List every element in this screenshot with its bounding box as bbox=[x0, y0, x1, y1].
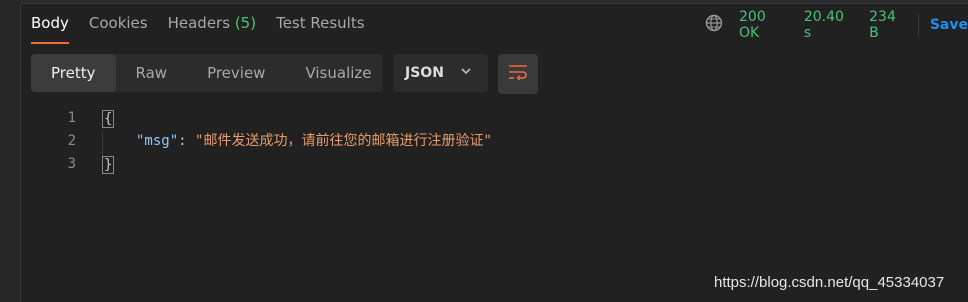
tab-body[interactable]: Body bbox=[31, 14, 69, 44]
response-size[interactable]: 234 B bbox=[869, 9, 908, 41]
tab-cookies[interactable]: Cookies bbox=[89, 14, 148, 44]
response-status-bar: 200 OK 20.40 s 234 B Save bbox=[705, 9, 968, 41]
format-select-value: JSON bbox=[405, 65, 444, 81]
format-select[interactable]: JSON bbox=[393, 54, 488, 92]
globe-icon[interactable] bbox=[705, 14, 739, 36]
view-visualize-button[interactable]: Visualize bbox=[285, 54, 383, 92]
tab-cookies-label: Cookies bbox=[88, 14, 148, 32]
code-line: 1 { bbox=[40, 107, 940, 130]
tab-test-results-label: Test Results bbox=[276, 14, 365, 32]
line-number: 3 bbox=[67, 156, 76, 172]
tab-headers-label: Headers bbox=[167, 14, 231, 32]
line-number: 2 bbox=[67, 133, 76, 149]
json-string-value: "邮件发送成功，请前往您的邮箱进行注册验证" bbox=[195, 133, 492, 149]
tab-body-label: Body bbox=[31, 14, 69, 32]
view-pretty-button[interactable]: Pretty bbox=[31, 54, 116, 92]
status-code[interactable]: 200 OK bbox=[739, 9, 788, 41]
wrap-lines-button[interactable] bbox=[498, 54, 538, 94]
view-mode-group: Pretty Raw Preview Visualize bbox=[31, 54, 383, 92]
view-raw-button[interactable]: Raw bbox=[116, 54, 188, 92]
watermark-text: https://blog.csdn.net/qq_45334037 bbox=[714, 274, 945, 291]
save-response-button[interactable]: Save bbox=[930, 17, 968, 33]
tab-test-results[interactable]: Test Results bbox=[276, 14, 364, 44]
response-body-editor[interactable]: 1 { 2 "msg": "邮件发送成功，请前往您的邮箱进行注册验证" 3 } bbox=[40, 107, 940, 176]
code-line: 3 } bbox=[40, 153, 940, 176]
headers-count-badge: (5) bbox=[234, 14, 257, 32]
close-brace: } bbox=[102, 156, 115, 174]
response-time[interactable]: 20.40 s bbox=[804, 9, 853, 41]
response-tabs: Body Cookies Headers (5) Test Results bbox=[31, 14, 365, 44]
tab-headers[interactable]: Headers (5) bbox=[168, 14, 256, 44]
top-divider bbox=[20, 0, 968, 4]
chevron-down-icon bbox=[444, 65, 472, 81]
view-preview-button[interactable]: Preview bbox=[187, 54, 285, 92]
json-colon: : bbox=[178, 133, 187, 149]
status-divider bbox=[917, 14, 919, 36]
left-rail bbox=[0, 0, 21, 302]
json-key: "msg" bbox=[136, 133, 179, 149]
line-number: 1 bbox=[67, 110, 76, 126]
wrap-lines-icon bbox=[508, 64, 528, 84]
code-line: 2 "msg": "邮件发送成功，请前往您的邮箱进行注册验证" bbox=[40, 130, 940, 153]
open-brace: { bbox=[102, 110, 115, 128]
